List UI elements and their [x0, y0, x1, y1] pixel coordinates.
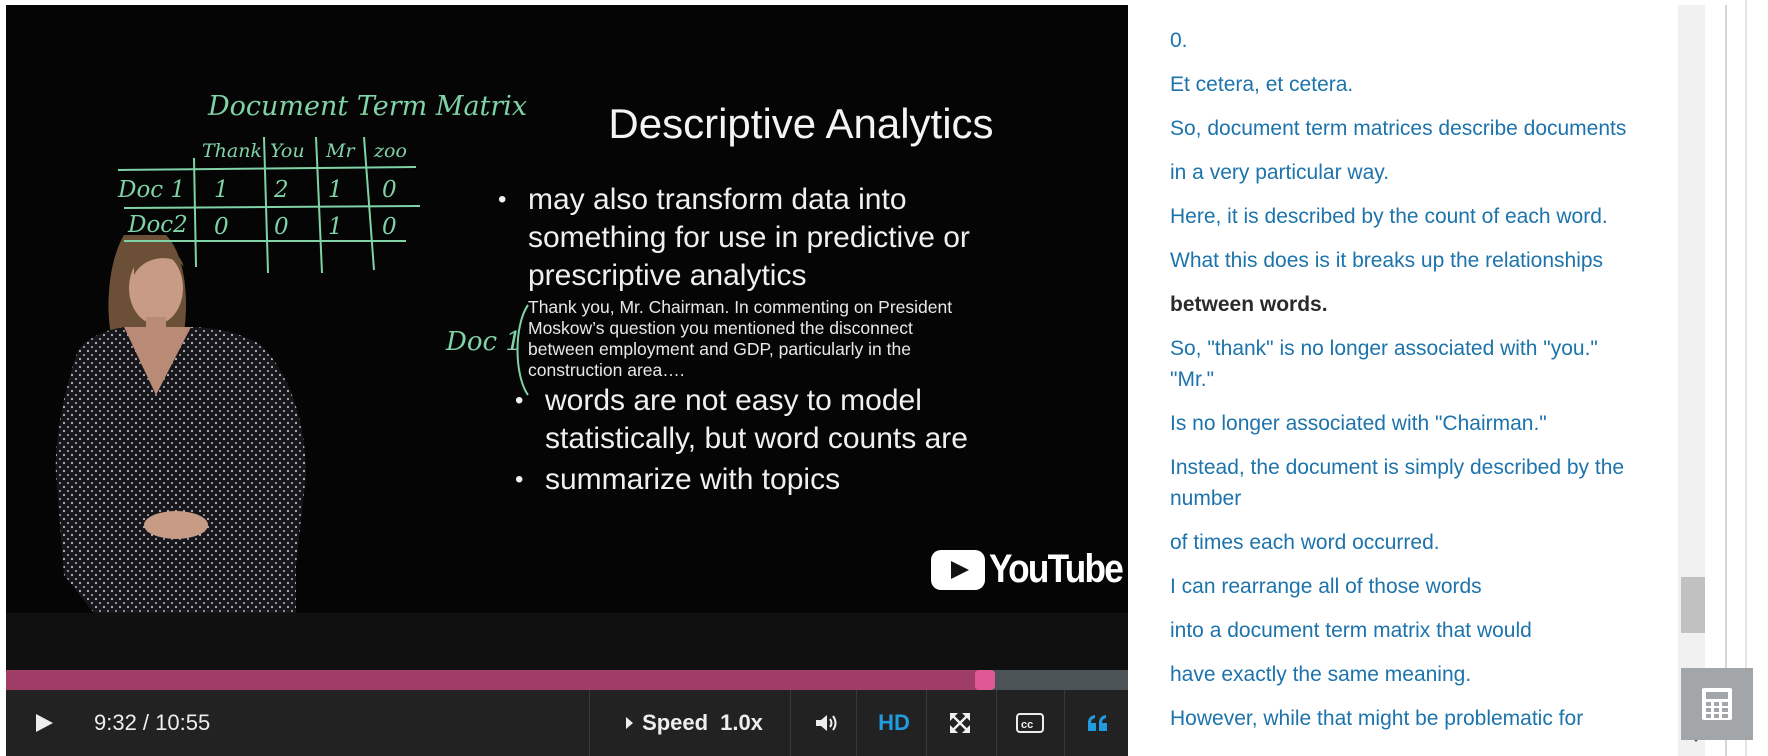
transcript-line[interactable]: have exactly the same meaning. — [1170, 659, 1640, 690]
progress-fill — [6, 670, 985, 690]
closed-captions-icon: cc — [1016, 713, 1044, 733]
whiteboard-title: Document Term Matrix — [207, 91, 527, 122]
hd-button[interactable]: HD — [862, 690, 926, 756]
whiteboard-row-label-doc1: Doc 1 — [117, 177, 185, 203]
slide-bullet-line: words are not easy to model — [545, 384, 922, 417]
slide-bullet-line: summarize with topics — [545, 463, 841, 496]
video-letterbox — [6, 613, 1128, 670]
volume-icon — [816, 715, 837, 731]
panel-divider — [1725, 5, 1727, 756]
slide-bullet-2: • words are not easy to model statistica… — [515, 382, 1065, 458]
time-display: 9:32 / 10:55 — [94, 710, 211, 735]
slide-title: Descriptive Analytics — [608, 100, 994, 147]
fullscreen-icon — [950, 713, 970, 733]
control-bar: 9:32 / 10:55 Speed 1.0x HD cc — [6, 690, 1128, 756]
page-edge — [1745, 0, 1747, 756]
whiteboard-header-thank: Thank — [202, 140, 262, 162]
whiteboard-header-you: You — [270, 140, 305, 162]
progress-handle[interactable] — [974, 670, 995, 690]
transcript-line[interactable]: However, while that might be problematic… — [1170, 703, 1640, 734]
chevron-right-icon — [626, 717, 634, 729]
whiteboard-cell: 0 — [274, 214, 289, 240]
transcript-toggle-button[interactable] — [1070, 690, 1126, 756]
progress-bar[interactable] — [6, 670, 1128, 690]
whiteboard-header-zoo: zoo — [373, 140, 407, 162]
youtube-play-icon — [931, 549, 985, 590]
slide-quote-line: between employment and GDP, particularly… — [528, 339, 911, 359]
fullscreen-button[interactable] — [932, 690, 988, 756]
whiteboard-cell: 1 — [328, 214, 343, 240]
slide-bullet-line: something for use in predictive or — [528, 221, 970, 254]
transcript-quote-icon — [1088, 715, 1107, 731]
transcript-line[interactable]: Et cetera, et cetera. — [1170, 69, 1640, 100]
slide-bullet-line: prescriptive analytics — [528, 259, 807, 292]
bullet-dot: • — [498, 186, 507, 213]
transcript-line[interactable]: into a document term matrix that would — [1170, 615, 1640, 646]
transcript-line[interactable]: of times each word occurred. — [1170, 527, 1640, 558]
whiteboard-row-label-doc2: Doc2 — [127, 212, 188, 238]
speed-label: Speed — [642, 710, 709, 735]
transcript-panel[interactable]: 0. Et cetera, et cetera. So, document term… — [1130, 5, 1677, 756]
slide-bullet-line: may also transform data into — [528, 183, 907, 216]
slide-bullet-3: • summarize with topics — [515, 461, 1065, 499]
whiteboard-cell: 0 — [382, 214, 397, 240]
transcript-line[interactable]: What this does is it breaks up the relat… — [1170, 245, 1640, 276]
transcript-scroll-thumb[interactable] — [1681, 577, 1705, 633]
slide-quote-line: Moskow’s question you mentioned the disc… — [528, 318, 913, 338]
video-player[interactable]: Document Term Matrix Thank You Mr zoo Do… — [6, 5, 1128, 613]
transcript-line[interactable]: I can rearrange all of those words — [1170, 571, 1640, 602]
closed-captions-button[interactable]: cc — [1002, 690, 1058, 756]
whiteboard-side-note: Doc 1 — [445, 327, 522, 357]
video-controls: 9:32 / 10:55 Speed 1.0x HD cc — [6, 613, 1128, 756]
whiteboard-cell: 0 — [214, 214, 229, 240]
transcript-list: 0. Et cetera, et cetera. So, document term… — [1170, 25, 1640, 747]
transcript-scrollbar[interactable] — [1678, 5, 1705, 756]
speed-button[interactable]: Speed 1.0x — [596, 690, 791, 756]
slide-quote-line: Thank you, Mr. Chairman. In commenting o… — [528, 297, 953, 317]
transcript-line[interactable]: So, document term matrices describe docu… — [1170, 113, 1640, 144]
slide-bullet-1: • may also transform data into something… — [498, 181, 1048, 295]
speed-value: 1.0x — [720, 710, 763, 735]
video-frame-image: Document Term Matrix Thank You Mr zoo Do… — [6, 5, 1128, 613]
control-separator — [790, 690, 791, 756]
control-separator — [996, 690, 997, 756]
slide-quote: Thank you, Mr. Chairman. In commenting o… — [528, 297, 1048, 381]
control-separator — [856, 690, 857, 756]
transcript-line[interactable]: Is no longer associated with "Chairman." — [1170, 408, 1640, 439]
whiteboard-cell: 0 — [382, 177, 397, 203]
svg-text:cc: cc — [1021, 719, 1033, 731]
transcript-line[interactable]: 0. — [1170, 25, 1640, 56]
youtube-watermark[interactable]: YouTube — [931, 547, 1128, 592]
bullet-dot: • — [515, 387, 524, 414]
transcript-line[interactable]: in a very particular way. — [1170, 157, 1640, 188]
play-button[interactable] — [24, 690, 64, 756]
calculator-button[interactable] — [1681, 668, 1753, 740]
transcript-line[interactable]: Instead, the document is simply describe… — [1170, 452, 1640, 514]
play-icon — [36, 714, 53, 732]
bullet-dot: • — [515, 466, 524, 493]
whiteboard-cell: 1 — [328, 177, 343, 203]
transcript-line-current[interactable]: between words. — [1170, 289, 1640, 320]
volume-button[interactable] — [796, 690, 856, 756]
whiteboard-cell: 2 — [273, 177, 289, 203]
whiteboard-cell: 1 — [214, 177, 229, 203]
slide-quote-line: construction area…. — [528, 360, 685, 380]
youtube-wordmark: YouTube — [989, 547, 1124, 591]
control-separator — [1064, 690, 1065, 756]
calculator-icon — [1702, 688, 1732, 720]
hd-label: HD — [878, 710, 910, 735]
whiteboard-header-mr: Mr — [325, 140, 356, 162]
transcript-line[interactable]: So, "thank" is no longer associated with… — [1170, 333, 1640, 395]
presenter-figure — [55, 235, 306, 613]
page-root: Document Term Matrix Thank You Mr zoo Do… — [0, 0, 1768, 756]
transcript-line[interactable]: Here, it is described by the count of ea… — [1170, 201, 1640, 232]
control-separator — [589, 690, 590, 756]
control-separator — [926, 690, 927, 756]
slide-bullet-line: statistically, but word counts are — [545, 422, 968, 455]
